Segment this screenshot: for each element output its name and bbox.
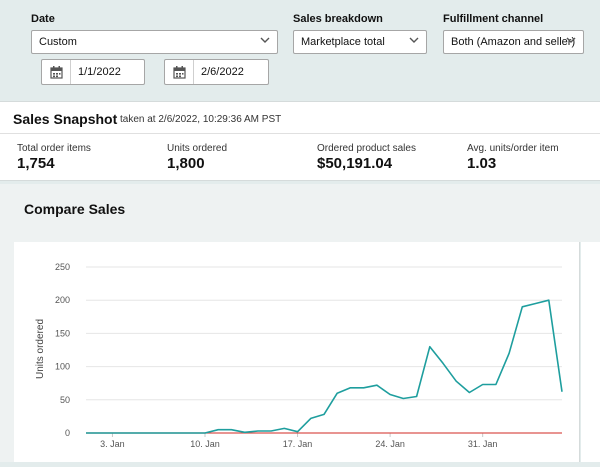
chevron-down-icon	[409, 37, 419, 43]
x-tick-label: 24. Jan	[375, 439, 405, 449]
y-tick-label: 200	[55, 295, 70, 305]
start-date-field[interactable]: 1/1/2022	[41, 59, 145, 85]
grid-lines	[86, 266, 562, 434]
end-date-value: 2/6/2022	[201, 66, 244, 78]
x-axis-ticks: 3. Jan 10. Jan 17. Jan 24. Jan 31. Jan	[100, 433, 497, 449]
metric-label: Avg. units/order item	[467, 143, 559, 154]
calendar-icon	[50, 66, 63, 79]
x-tick-label: 3. Jan	[100, 439, 125, 449]
y-tick-label: 100	[55, 362, 70, 372]
field-divider	[193, 60, 194, 84]
fulfillment-channel-label: Fulfillment channel	[443, 13, 544, 25]
calendar-icon	[173, 66, 186, 79]
chevron-down-icon	[260, 37, 270, 43]
compare-sales-chart-panel: 0 50 100 150 200 250 3. Jan 10. Jan 17. Jan 24. …	[14, 242, 580, 462]
y-tick-label: 0	[65, 428, 70, 438]
metric-value: 1.03	[467, 155, 497, 172]
y-tick-label: 250	[55, 262, 70, 272]
metric-label: Units ordered	[167, 143, 228, 154]
units-ordered-chart: 0 50 100 150 200 250 3. Jan 10. Jan 17. Jan 24. …	[35, 262, 563, 449]
snapshot-title: Sales Snapshot	[13, 111, 118, 127]
metric-label: Total order items	[17, 143, 91, 154]
right-rail	[581, 242, 600, 462]
metric-value: $50,191.04	[317, 155, 393, 172]
sales-breakdown-label: Sales breakdown	[293, 13, 383, 25]
metric-ordered-product-sales: Ordered product sales $50,191.04	[317, 143, 416, 172]
x-tick-label: 10. Jan	[190, 439, 220, 449]
snapshot-divider	[0, 133, 600, 134]
sales-breakdown-select[interactable]: Marketplace total	[293, 30, 427, 54]
compare-sales-header: Compare Sales	[0, 184, 600, 242]
y-tick-label: 150	[55, 328, 70, 338]
metric-total-order-items: Total order items 1,754	[17, 143, 91, 172]
filter-bar: Date Custom 1/1/2022 2/6/2022 Sales brea…	[0, 0, 600, 98]
left-rail	[0, 242, 14, 462]
metric-label: Ordered product sales	[317, 143, 416, 154]
fulfillment-channel-select-value: Both (Amazon and seller)	[451, 36, 576, 48]
sales-snapshot-panel: Sales Snapshot taken at 2/6/2022, 10:29:…	[0, 101, 600, 181]
y-axis-ticks: 0 50 100 150 200 250	[55, 262, 70, 438]
x-tick-label: 31. Jan	[468, 439, 498, 449]
y-axis-label: Units ordered	[35, 319, 46, 379]
chevron-down-icon	[566, 37, 576, 43]
compare-sales-title: Compare Sales	[24, 201, 126, 217]
sales-breakdown-select-value: Marketplace total	[301, 36, 385, 48]
date-filter-label: Date	[31, 13, 55, 25]
metric-units-ordered: Units ordered 1,800	[167, 143, 227, 172]
end-date-field[interactable]: 2/6/2022	[164, 59, 269, 85]
x-tick-label: 17. Jan	[283, 439, 313, 449]
metric-avg-units-per-order-item: Avg. units/order item 1.03	[467, 143, 559, 172]
date-range-select-value: Custom	[39, 36, 77, 48]
start-date-value: 1/1/2022	[78, 66, 121, 78]
fulfillment-channel-select[interactable]: Both (Amazon and seller)	[443, 30, 584, 54]
date-range-select[interactable]: Custom	[31, 30, 278, 54]
metric-value: 1,754	[17, 155, 55, 172]
metric-value: 1,800	[167, 155, 205, 172]
y-tick-label: 50	[60, 395, 70, 405]
snapshot-timestamp: taken at 2/6/2022, 10:29:36 AM PST	[120, 114, 282, 125]
field-divider	[70, 60, 71, 84]
